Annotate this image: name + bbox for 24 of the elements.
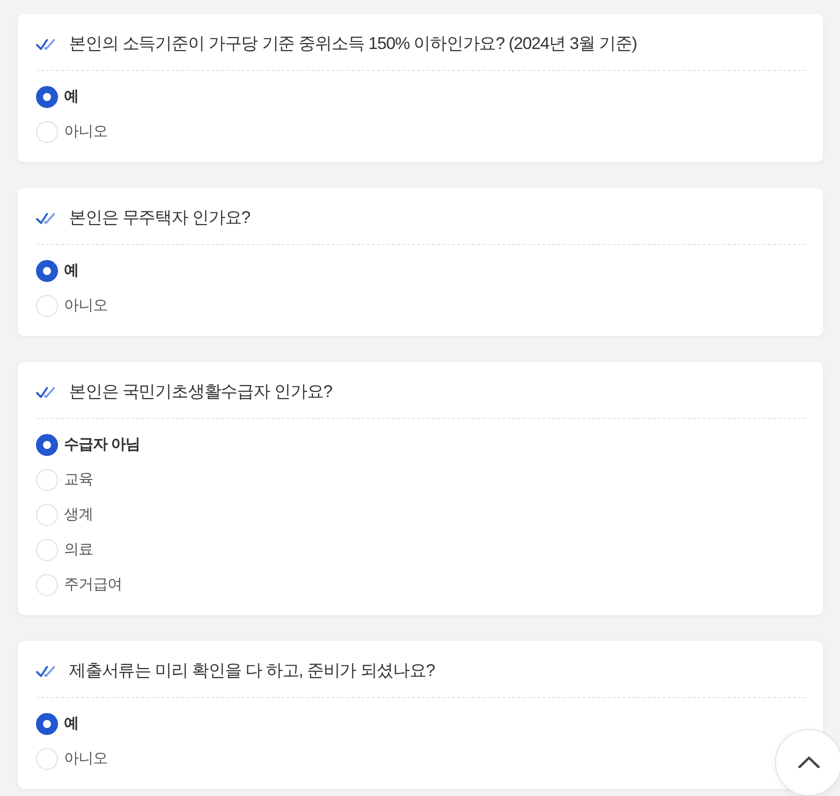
question-title: 본인의 소득기준이 가구당 기준 중위소득 150% 이하인가요? (2024년 3월 기준) [69, 33, 637, 55]
radio-button[interactable] [36, 713, 58, 735]
double-check-icon [36, 212, 56, 224]
option-label: 생계 [64, 505, 93, 525]
option-label: 교육 [64, 470, 93, 490]
double-check-icon [36, 386, 56, 398]
double-check-icon [36, 38, 56, 50]
question-title: 제출서류는 미리 확인을 다 하고, 준비가 되셨나요? [69, 660, 435, 682]
radio-button[interactable] [36, 260, 58, 282]
option-label: 예 [64, 87, 78, 107]
option-label: 예 [64, 261, 78, 281]
radio-button[interactable] [36, 86, 58, 108]
radio-button[interactable] [36, 434, 58, 456]
option-label: 주거급여 [64, 575, 122, 595]
double-check-icon [36, 664, 56, 678]
question-title: 본인은 무주택자 인가요? [69, 207, 250, 229]
option-label: 아니오 [64, 749, 108, 769]
chevron-up-icon [798, 756, 820, 768]
option-label: 아니오 [64, 122, 108, 142]
option-label: 예 [64, 714, 78, 734]
option-label: 의료 [64, 540, 93, 560]
option-label: 수급자 아님 [64, 435, 140, 455]
option-label: 아니오 [64, 296, 108, 316]
question-title: 본인은 국민기초생활수급자 인가요? [69, 381, 332, 403]
